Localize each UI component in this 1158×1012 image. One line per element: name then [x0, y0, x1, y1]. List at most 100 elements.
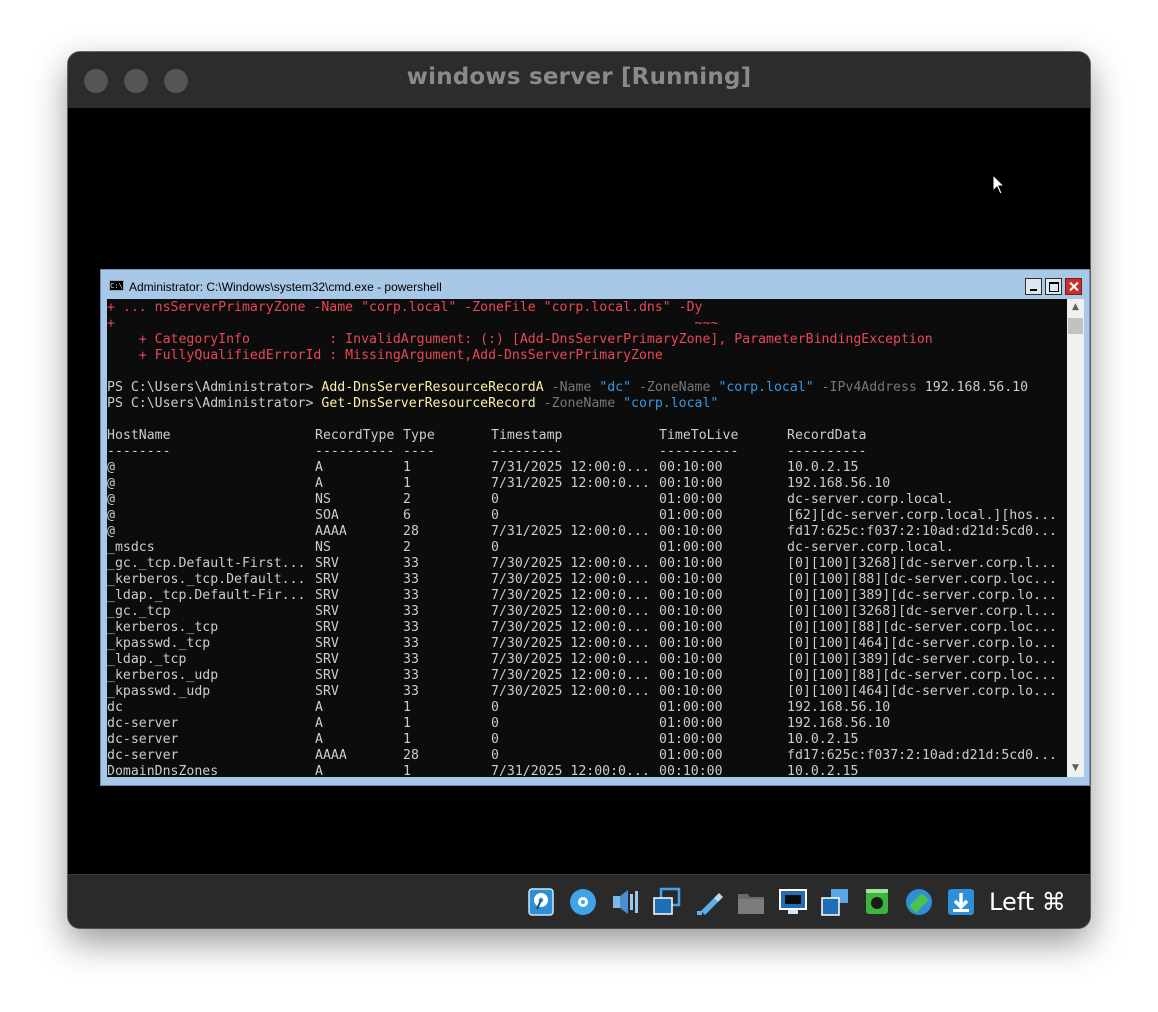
recorddata-cell: [0][100][389][dc-server.corp.lo... [787, 652, 1057, 667]
window-titlebar[interactable]: windows server [Running] [68, 52, 1090, 108]
cmd-minimize-button[interactable] [1025, 278, 1042, 295]
argument: "corp.local" [710, 380, 814, 395]
recordtype-cell: SRV [315, 556, 339, 571]
shared-folder-icon[interactable] [736, 887, 766, 917]
audio-icon[interactable] [610, 887, 640, 917]
parameter: -Name [543, 380, 592, 395]
vm-display[interactable]: C:\ Administrator: C:\Windows\system32\c… [68, 108, 1090, 874]
scroll-up-button[interactable]: ▲ [1067, 299, 1084, 316]
recorddata-cell: 10.0.2.15 [787, 732, 859, 747]
recordtype-cell: SRV [315, 668, 339, 683]
type-cell: 2 [403, 492, 411, 507]
hostname-cell: _msdcs [107, 540, 155, 555]
error-line: + ... nsServerPrimaryZone -Name "corp.lo… [107, 300, 703, 315]
table-row: _kerberos._udp SRV 33 7/30/2025 12:00:0... 0… [107, 668, 1067, 684]
command-line: PS C:\Users\Administrator> Get-DnsServer… [107, 396, 1067, 412]
recordtype-cell: A [315, 476, 323, 491]
error-line: + CategoryInfo : InvalidArgument: (:) [A… [107, 332, 933, 347]
type-cell: 1 [403, 716, 411, 731]
timestamp-cell: 7/31/2025 12:00:0... [491, 460, 650, 475]
type-cell: 33 [403, 652, 419, 667]
cmd-titlebar[interactable]: C:\ Administrator: C:\Windows\system32\c… [101, 270, 1089, 299]
ttl-cell: 00:10:00 [659, 684, 723, 699]
timestamp-cell: 0 [491, 700, 499, 715]
hostname-cell: dc-server [107, 732, 179, 747]
cmd-maximize-button[interactable] [1045, 278, 1062, 295]
recordtype-cell: A [315, 732, 323, 747]
timestamp-cell: 0 [491, 732, 499, 747]
ttl-cell: 00:10:00 [659, 572, 723, 587]
host-key-label: Left ⌘ [989, 888, 1066, 916]
type-cell: 33 [403, 684, 419, 699]
type-cell: 33 [403, 620, 419, 635]
recorddata-cell: 192.168.56.10 [787, 716, 891, 731]
recorddata-cell: 10.0.2.15 [787, 764, 859, 777]
recordtype-cell: AAAA [315, 748, 347, 763]
separator: ---------- [315, 444, 395, 459]
type-cell: 33 [403, 572, 419, 587]
table-row: _kpasswd._tcp SRV 33 7/30/2025 12:00:0... 00… [107, 636, 1067, 652]
scroll-thumb[interactable] [1068, 318, 1083, 334]
console-output[interactable]: + ... nsServerPrimaryZone -Name "corp.lo… [107, 299, 1067, 777]
table-row: dc-server A 1 0 01:00:00 192.168.56.10 [107, 716, 1067, 732]
type-cell: 28 [403, 748, 419, 763]
ttl-cell: 00:10:00 [659, 764, 723, 777]
separator: -------- [107, 444, 171, 459]
hostname-cell: _ldap._tcp [107, 652, 187, 667]
recordtype-cell: SRV [315, 588, 339, 603]
table-row: dc-server AAAA 28 0 01:00:00 fd17:625c:f037:2… [107, 748, 1067, 764]
recording-icon[interactable] [862, 887, 892, 917]
recordtype-cell: A [315, 700, 323, 715]
clipboard-icon[interactable] [820, 887, 850, 917]
recorddata-cell: [0][100][3268][dc-server.corp.l... [787, 556, 1057, 571]
scroll-down-button[interactable]: ▼ [1067, 760, 1084, 777]
table-row: @ AAAA 28 7/31/2025 12:00:0... 00:10:00 fd17:… [107, 524, 1067, 540]
type-cell: 1 [403, 460, 411, 475]
usb-icon[interactable] [694, 887, 724, 917]
cmd-title: Administrator: C:\Windows\system32\cmd.e… [129, 280, 442, 294]
table-header: HostName RecordType Type Timestamp TimeT… [107, 428, 1067, 444]
prompt: PS C:\Users\Administrator> [107, 380, 322, 395]
ttl-cell: 01:00:00 [659, 732, 723, 747]
table-row: DomainDnsZones A 1 7/31/2025 12:00:0... 00:1… [107, 764, 1067, 777]
timestamp-cell: 0 [491, 492, 499, 507]
recorddata-cell: [62][dc-server.corp.local.][hos... [787, 508, 1057, 523]
timestamp-cell: 7/30/2025 12:00:0... [491, 652, 650, 667]
recordtype-cell: NS [315, 492, 331, 507]
console-scrollbar[interactable]: ▲ ▼ [1067, 299, 1084, 777]
argument: "corp.local" [615, 396, 719, 411]
hard-disk-icon[interactable] [526, 887, 556, 917]
recordtype-cell: AAAA [315, 524, 347, 539]
hostname-cell: @ [107, 524, 115, 539]
recordtype-cell: SOA [315, 508, 339, 523]
hostname-cell: _kerberos._udp [107, 668, 219, 683]
ttl-cell: 00:10:00 [659, 620, 723, 635]
recorddata-cell: 192.168.56.10 [787, 476, 891, 491]
type-cell: 1 [403, 700, 411, 715]
type-cell: 33 [403, 604, 419, 619]
table-row: _kerberos._tcp.Default... SRV 33 7/30/2025 … [107, 572, 1067, 588]
ttl-cell: 01:00:00 [659, 492, 723, 507]
type-cell: 2 [403, 540, 411, 555]
hostname-cell: _kerberos._tcp.Default... [107, 572, 306, 587]
hostname-cell: dc-server [107, 748, 179, 763]
mouse-integration-icon[interactable] [904, 887, 934, 917]
display-icon[interactable] [778, 887, 808, 917]
type-cell: 1 [403, 732, 411, 747]
download-icon[interactable] [946, 887, 976, 917]
argument: "dc" [591, 380, 632, 395]
cmd-close-button[interactable] [1065, 278, 1082, 295]
type-cell: 33 [403, 636, 419, 651]
separator: --------- [491, 444, 563, 459]
window-title: windows server [Running] [406, 64, 752, 90]
timestamp-cell: 7/30/2025 12:00:0... [491, 620, 650, 635]
ttl-cell: 01:00:00 [659, 716, 723, 731]
ttl-cell: 00:10:00 [659, 652, 723, 667]
timestamp-cell: 7/30/2025 12:00:0... [491, 556, 650, 571]
hostname-cell: _ldap._tcp.Default-Fir... [107, 588, 306, 603]
optical-drive-icon[interactable] [568, 887, 598, 917]
network-icon[interactable] [652, 887, 682, 917]
recordtype-cell: A [315, 764, 323, 777]
ttl-cell: 00:10:00 [659, 588, 723, 603]
